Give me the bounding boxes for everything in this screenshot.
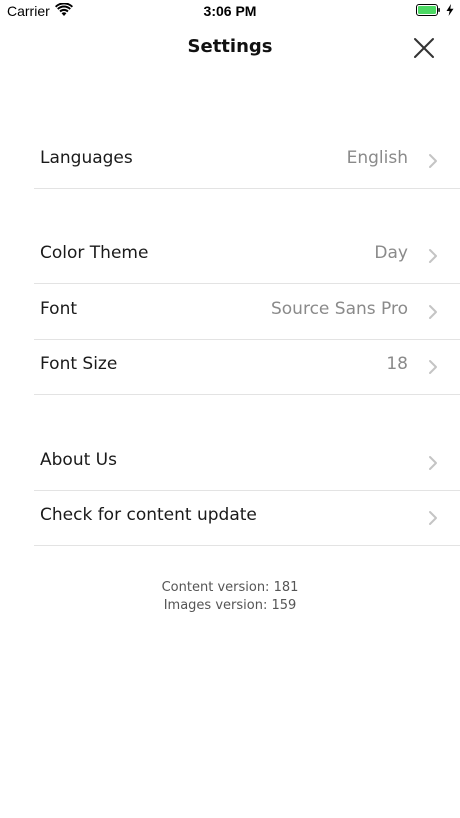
content-version-text: Content version: 181	[161, 580, 299, 595]
settings-row-color-theme[interactable]: Color Theme Day	[34, 228, 460, 284]
page-title: Settings	[187, 36, 273, 57]
battery-icon	[416, 4, 440, 16]
settings-row-font[interactable]: Font Source Sans Pro	[34, 284, 460, 340]
status-time: 3:06 PM	[203, 3, 257, 19]
chevron-right-icon	[429, 511, 437, 525]
chevron-right-icon	[429, 456, 437, 470]
row-value: Day	[374, 243, 408, 263]
row-value: English	[346, 148, 408, 168]
settings-row-font-size[interactable]: Font Size 18	[34, 339, 460, 395]
chevron-right-icon	[429, 305, 437, 319]
row-label: Languages	[40, 148, 133, 168]
settings-row-languages[interactable]: Languages English	[34, 133, 460, 189]
close-icon[interactable]	[410, 34, 438, 62]
status-bar: Carrier 3:06 PM	[0, 0, 460, 24]
row-value: Source Sans Pro	[270, 299, 408, 319]
settings-row-check-update[interactable]: Check for content update	[34, 490, 460, 546]
row-label: About Us	[40, 450, 117, 470]
version-info: Content version: 181 Images version: 159	[0, 579, 460, 615]
chevron-right-icon	[429, 154, 437, 168]
bolt-icon	[446, 4, 454, 16]
row-value: 18	[386, 354, 408, 374]
images-version-text: Images version: 159	[163, 598, 297, 613]
chevron-right-icon	[429, 249, 437, 263]
chevron-right-icon	[429, 360, 437, 374]
row-label: Check for content update	[40, 505, 257, 525]
row-label: Color Theme	[40, 243, 149, 263]
row-label: Font Size	[40, 354, 118, 374]
settings-row-about-us[interactable]: About Us	[34, 435, 460, 491]
row-label: Font	[40, 299, 78, 319]
